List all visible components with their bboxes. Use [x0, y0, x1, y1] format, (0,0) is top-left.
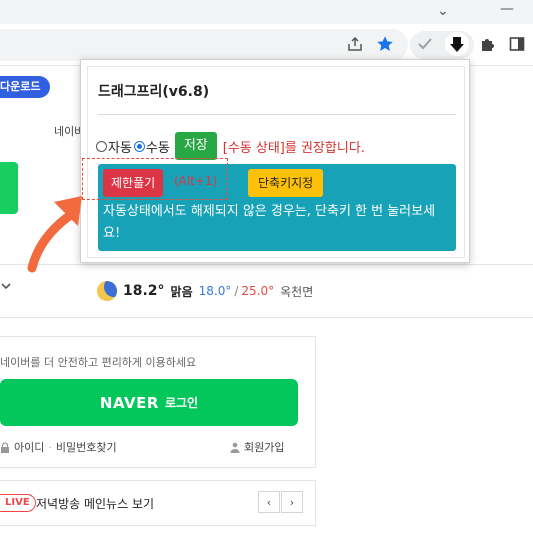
- lock-icon: [1, 441, 9, 453]
- popup-title: 드래그프리(v6.8): [98, 84, 210, 100]
- weather-widget[interactable]: 18.2° 맑음 18.0° / 25.0° 옥천면: [97, 281, 313, 301]
- green-banner-edge[interactable]: [0, 162, 18, 214]
- auto-label[interactable]: 자동: [108, 137, 132, 156]
- save-button[interactable]: 저장: [174, 132, 217, 160]
- login-label: 로그인: [164, 396, 199, 410]
- link-separator: ·: [48, 440, 52, 454]
- news-title-link[interactable]: 저녁방송 메인뉴스 보기: [36, 495, 154, 512]
- login-links: 아이디 · 비밀번호찾기: [0, 439, 117, 455]
- side-panel-icon[interactable]: [505, 32, 529, 56]
- divider: [0, 317, 533, 318]
- dragfree-extension-icon[interactable]: [445, 32, 469, 56]
- person-icon: [230, 442, 240, 453]
- highlight-box: [82, 158, 228, 200]
- recommend-text: [수동 상태]를 권장합니다.: [222, 140, 365, 156]
- set-shortcut-button[interactable]: 단축키지정: [248, 169, 324, 197]
- bookmark-star-icon[interactable]: [373, 32, 397, 56]
- find-password-link[interactable]: 비밀번호찾기: [56, 439, 117, 455]
- naver-login-button[interactable]: NAVER 로그인: [0, 379, 298, 426]
- manual-radio[interactable]: [133, 140, 145, 152]
- annotation-arrow-icon: [27, 196, 82, 273]
- share-icon[interactable]: [343, 32, 367, 56]
- naver-logo: NAVER: [99, 393, 159, 412]
- login-hint: 네이버를 더 안전하고 편리하게 이용하세요: [0, 356, 197, 369]
- weather-location: 옥천면: [280, 284, 314, 299]
- auto-radio[interactable]: [96, 140, 107, 152]
- high-temp: 25.0°: [241, 284, 275, 298]
- temp-separator: /: [234, 284, 239, 298]
- prev-button[interactable]: ‹: [258, 491, 280, 513]
- live-badge: LIVE: [0, 494, 36, 512]
- check-icon[interactable]: [413, 32, 437, 56]
- manual-label[interactable]: 수동: [146, 137, 170, 156]
- title-bar: ⌄ —: [0, 0, 533, 24]
- temperature: 18.2°: [123, 283, 165, 299]
- panel-message: 자동상태에서도 해제되지 않은 경우는, 단축키 한 번 눌러보세요!: [103, 204, 436, 241]
- puzzle-icon[interactable]: [476, 32, 500, 56]
- download-button[interactable]: 다운로드: [0, 76, 51, 98]
- next-button[interactable]: ›: [281, 491, 303, 513]
- join-label: 회원가입: [244, 441, 285, 454]
- join-link[interactable]: 회원가입: [230, 439, 284, 455]
- mode-row: 자동 수동 저장 [수동 상태]를 권장합니다.: [96, 132, 365, 160]
- chevron-icon[interactable]: [0, 280, 12, 296]
- crescent-moon-icon: [97, 281, 117, 301]
- low-temp: 18.0°: [198, 284, 232, 298]
- minimize-icon[interactable]: —: [500, 1, 514, 17]
- chevron-down-icon[interactable]: ⌄: [437, 3, 449, 19]
- find-id-link[interactable]: 아이디: [14, 439, 44, 455]
- weather-condition: 맑음: [170, 284, 193, 299]
- popup-divider: [98, 114, 456, 115]
